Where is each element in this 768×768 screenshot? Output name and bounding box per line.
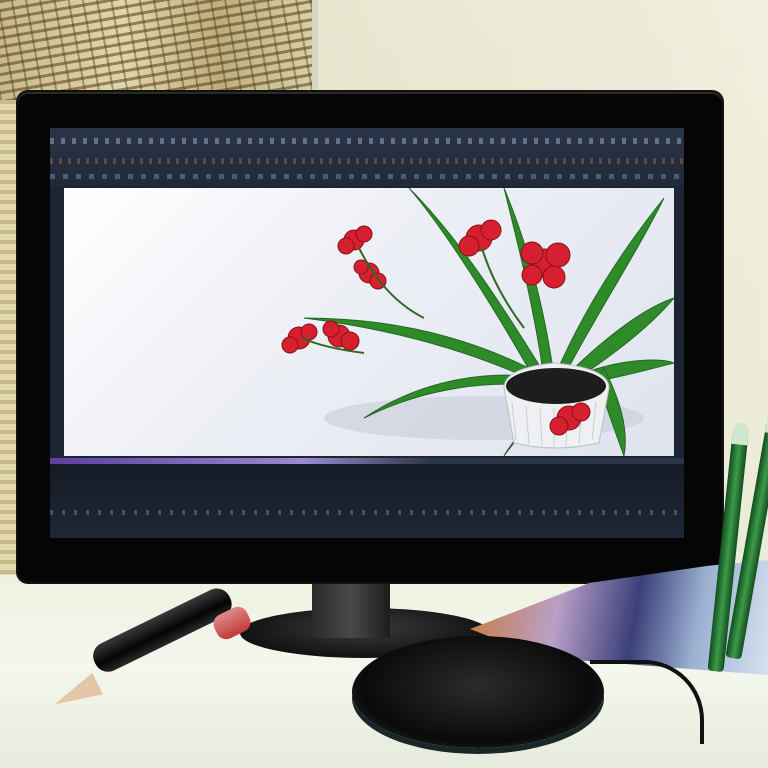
- window-blinds: [0, 0, 318, 100]
- editor-toolbar: [50, 128, 684, 186]
- photo-scene: [0, 0, 768, 768]
- mouse-icon: [352, 636, 604, 748]
- pencil-icon: [707, 410, 768, 673]
- monitor-screen: [50, 128, 684, 538]
- window-blinds-side: [0, 100, 18, 580]
- pot: [503, 362, 610, 449]
- flower-pot-icon: [281, 188, 674, 456]
- monitor-stand-neck: [312, 578, 390, 638]
- editor-timeline: [50, 458, 684, 538]
- pencil-tip: [731, 421, 750, 446]
- image-viewport: [64, 188, 674, 456]
